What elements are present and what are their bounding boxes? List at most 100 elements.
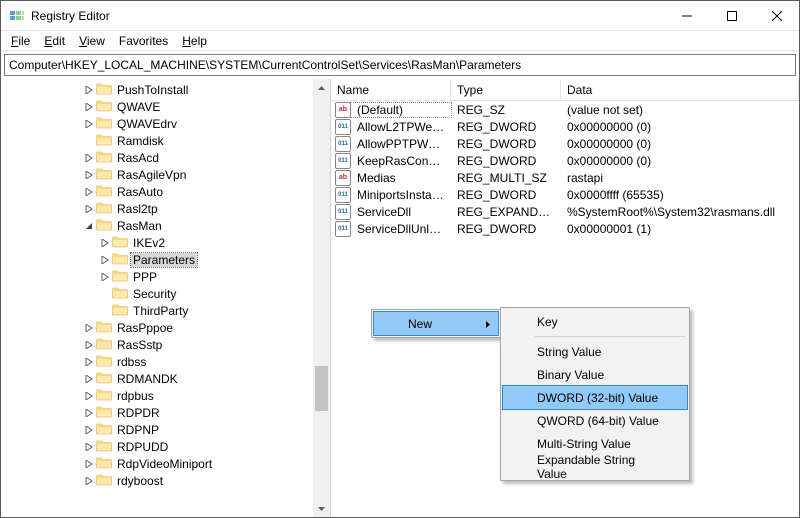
tree-node[interactable]: RasPppoe: [1, 319, 330, 336]
scroll-up-icon[interactable]: [313, 79, 330, 96]
tree-node[interactable]: RDPDR: [1, 404, 330, 421]
binary-value-icon: 011: [335, 204, 351, 220]
expand-icon[interactable]: [81, 205, 96, 213]
tree-node-label: RdpVideoMiniport: [115, 457, 214, 471]
tree-scrollbar[interactable]: [313, 79, 330, 517]
binary-value-icon: 011: [335, 221, 351, 237]
expand-icon[interactable]: [81, 103, 96, 111]
column-name[interactable]: Name: [331, 80, 451, 100]
column-data[interactable]: Data: [561, 80, 799, 100]
expand-icon[interactable]: [81, 392, 96, 400]
binary-value-icon: 011: [335, 119, 351, 135]
tree-node[interactable]: rdpbus: [1, 387, 330, 404]
tree-node-label: Rasl2tp: [115, 202, 160, 216]
value-type: REG_MULTI_SZ: [451, 171, 561, 185]
value-name: ServiceDllUnloa...: [351, 222, 451, 236]
binary-value-icon: 011: [335, 136, 351, 152]
menu-item-new[interactable]: New: [374, 312, 498, 335]
tree-node[interactable]: RDMANDK: [1, 370, 330, 387]
tree-node[interactable]: IKEv2: [1, 234, 330, 251]
value-row[interactable]: 011AllowPPTPWeak...REG_DWORD0x00000000 (…: [331, 135, 799, 152]
tree-node[interactable]: RasMan: [1, 217, 330, 234]
tree-node[interactable]: QWAVEdrv: [1, 115, 330, 132]
expand-icon[interactable]: [81, 358, 96, 366]
expand-icon[interactable]: [97, 273, 112, 281]
address-bar[interactable]: Computer\HKEY_LOCAL_MACHINE\SYSTEM\Curre…: [4, 54, 796, 76]
close-button[interactable]: [754, 1, 799, 30]
menu-file[interactable]: File: [5, 33, 36, 49]
tree-node[interactable]: RasAcd: [1, 149, 330, 166]
submenu-item[interactable]: Binary Value: [503, 363, 687, 386]
expand-icon[interactable]: [81, 426, 96, 434]
minimize-button[interactable]: [664, 1, 709, 30]
string-value-icon: ab: [335, 102, 351, 118]
scroll-thumb[interactable]: [315, 366, 328, 411]
menu-help[interactable]: Help: [176, 33, 213, 49]
tree-node[interactable]: ThirdParty: [1, 302, 330, 319]
submenu-item[interactable]: DWORD (32-bit) Value: [503, 386, 687, 409]
expand-icon[interactable]: [81, 375, 96, 383]
expand-icon[interactable]: [81, 171, 96, 179]
tree-node[interactable]: PushToInstall: [1, 81, 330, 98]
titlebar: Registry Editor: [1, 1, 799, 31]
expand-icon[interactable]: [81, 460, 96, 468]
expand-icon[interactable]: [81, 120, 96, 128]
expand-icon[interactable]: [81, 188, 96, 196]
value-row[interactable]: abMediasREG_MULTI_SZrastapi: [331, 169, 799, 186]
value-row[interactable]: ab(Default)REG_SZ(value not set): [331, 101, 799, 118]
tree-node[interactable]: rdyboost: [1, 472, 330, 489]
value-row[interactable]: 011ServiceDllUnloa...REG_DWORD0x00000001…: [331, 220, 799, 237]
tree-node[interactable]: RdpVideoMiniport: [1, 455, 330, 472]
tree-node[interactable]: RasAgileVpn: [1, 166, 330, 183]
expand-icon[interactable]: [81, 409, 96, 417]
expand-icon[interactable]: [81, 86, 96, 94]
expand-icon[interactable]: [97, 239, 112, 247]
value-data: 0x00000001 (1): [561, 222, 799, 236]
value-row[interactable]: 011ServiceDllREG_EXPAND_SZ%SystemRoot%\S…: [331, 203, 799, 220]
expand-icon[interactable]: [97, 256, 112, 264]
tree-node[interactable]: RDPUDD: [1, 438, 330, 455]
menu-view[interactable]: View: [73, 33, 111, 49]
expand-icon[interactable]: [81, 154, 96, 162]
tree-list[interactable]: PushToInstallQWAVEQWAVEdrvRamdiskRasAcdR…: [1, 79, 330, 491]
scroll-down-icon[interactable]: [313, 500, 330, 517]
value-row[interactable]: 011AllowL2TPWeak...REG_DWORD0x00000000 (…: [331, 118, 799, 135]
collapse-icon[interactable]: [81, 222, 96, 230]
submenu-item[interactable]: QWORD (64-bit) Value: [503, 409, 687, 432]
menu-favorites[interactable]: Favorites: [113, 33, 174, 49]
tree-node[interactable]: RDPNP: [1, 421, 330, 438]
maximize-button[interactable]: [709, 1, 754, 30]
value-row[interactable]: 011KeepRasConnec...REG_DWORD0x00000000 (…: [331, 152, 799, 169]
tree-node[interactable]: PPP: [1, 268, 330, 285]
column-type[interactable]: Type: [451, 80, 561, 100]
tree-node[interactable]: QWAVE: [1, 98, 330, 115]
app-icon: [9, 8, 25, 24]
expand-icon[interactable]: [81, 477, 96, 485]
submenu-item[interactable]: Expandable String Value: [503, 455, 687, 478]
value-data: 0x0000ffff (65535): [561, 188, 799, 202]
tree-node[interactable]: Rasl2tp: [1, 200, 330, 217]
tree-node[interactable]: rdbss: [1, 353, 330, 370]
value-row[interactable]: 011MiniportsInstalledREG_DWORD0x0000ffff…: [331, 186, 799, 203]
tree-node[interactable]: RasSstp: [1, 336, 330, 353]
tree-node-label: PushToInstall: [115, 83, 190, 97]
submenu-item[interactable]: String Value: [503, 340, 687, 363]
expand-icon[interactable]: [81, 324, 96, 332]
folder-icon: [96, 319, 115, 336]
tree-node[interactable]: Ramdisk: [1, 132, 330, 149]
folder-icon: [112, 234, 131, 251]
tree-node[interactable]: RasAuto: [1, 183, 330, 200]
tree-node[interactable]: Parameters: [1, 251, 330, 268]
tree-node-label: RasMan: [115, 219, 164, 233]
value-name: ServiceDll: [351, 205, 451, 219]
scroll-track[interactable]: [313, 96, 330, 500]
expand-icon[interactable]: [81, 443, 96, 451]
folder-icon: [96, 438, 115, 455]
expand-icon[interactable]: [81, 341, 96, 349]
context-menu: New: [371, 309, 501, 338]
submenu-item[interactable]: Key: [503, 310, 687, 333]
binary-value-icon: 011: [335, 153, 351, 169]
menu-edit[interactable]: Edit: [38, 33, 71, 49]
tree-node[interactable]: Security: [1, 285, 330, 302]
value-type: REG_DWORD: [451, 222, 561, 236]
